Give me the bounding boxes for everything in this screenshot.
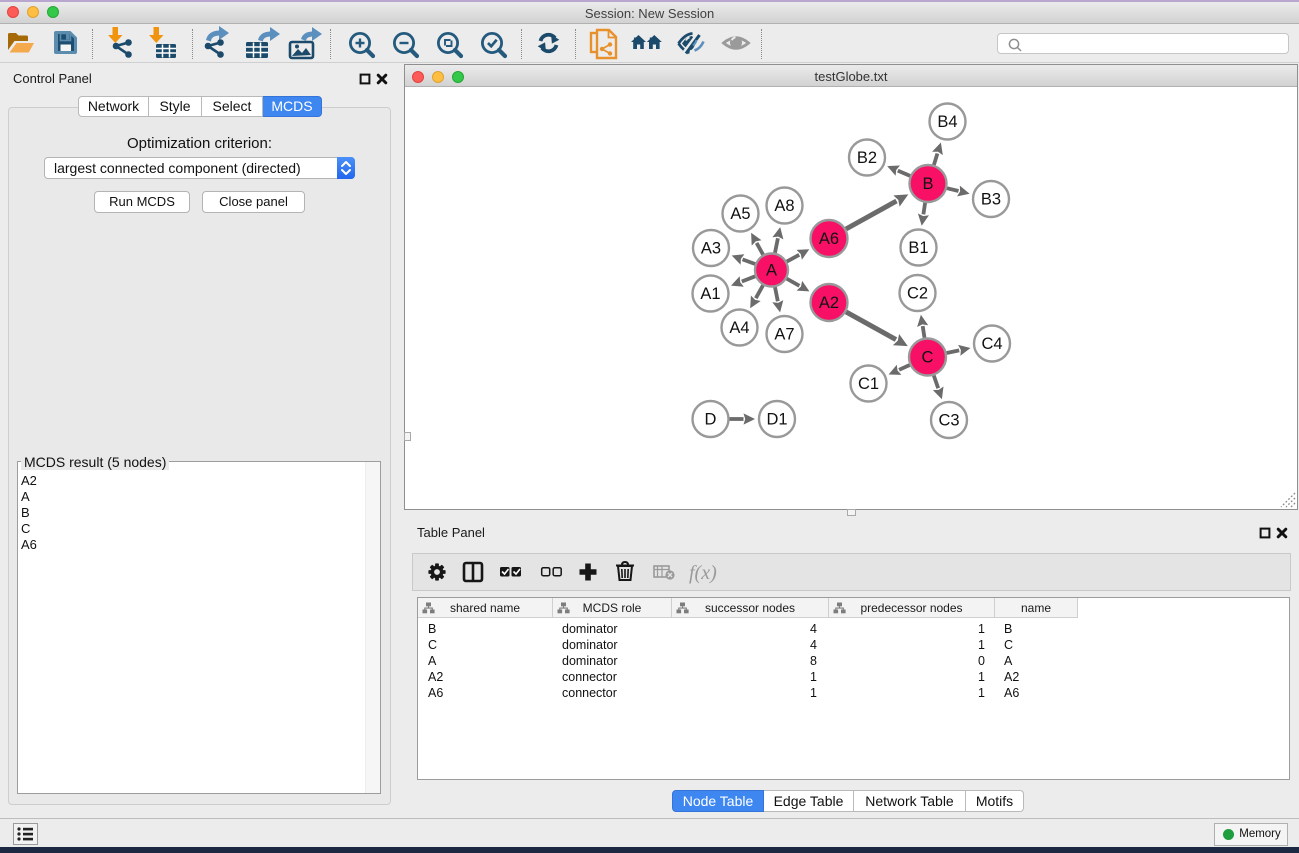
svg-text:A: A [766,262,777,280]
svg-text:A3: A3 [701,240,721,258]
svg-text:C3: C3 [938,412,959,430]
svg-text:C4: C4 [981,335,1002,353]
svg-text:A8: A8 [774,197,794,215]
svg-text:D1: D1 [766,411,787,429]
svg-text:C2: C2 [907,285,928,303]
svg-text:A2: A2 [819,294,839,312]
svg-text:B3: B3 [981,191,1001,209]
svg-text:f(x): f(x) [689,562,717,584]
svg-text:A6: A6 [819,230,839,248]
svg-text:C1: C1 [858,375,879,393]
svg-text:B1: B1 [908,239,928,257]
svg-text:B2: B2 [857,149,877,167]
svg-text:A5: A5 [730,205,750,223]
svg-text:C: C [922,349,934,367]
svg-text:D: D [705,411,717,429]
svg-text:A4: A4 [729,319,749,337]
svg-text:A1: A1 [700,285,720,303]
svg-text:B4: B4 [937,113,957,131]
svg-text:A7: A7 [774,326,794,344]
svg-text:B: B [922,175,933,193]
